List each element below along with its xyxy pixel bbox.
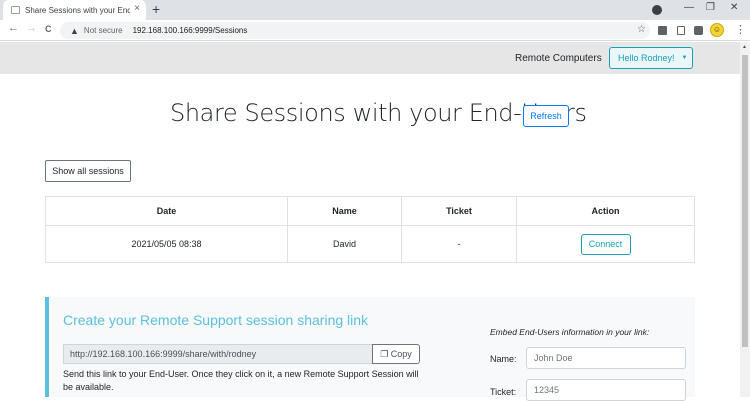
site-navbar: Remote Computers Hello Rodney! ▼ (0, 42, 740, 74)
minimize-icon[interactable]: — (684, 2, 694, 13)
browser-menu-icon[interactable]: ⋮ (735, 23, 746, 36)
copy-icon: ❐ (380, 349, 389, 359)
tab-close-icon[interactable]: × (134, 3, 140, 14)
share-instructions: Send this link to your End-User. Once th… (63, 369, 419, 392)
new-tab-icon[interactable]: + (152, 1, 160, 17)
browser-toolbar: ← → C ▲ Not secure 192.168.100.166:9999/… (0, 20, 750, 41)
reload-icon[interactable]: C (45, 24, 52, 34)
back-icon[interactable]: ← (8, 22, 19, 34)
panel-title: Create your Remote Support session shari… (63, 312, 369, 328)
cell-name: David (287, 225, 402, 263)
remote-computers-link[interactable]: Remote Computers (515, 53, 602, 64)
warning-icon: ▲ (70, 25, 79, 36)
ticket-field[interactable]: 12345 (526, 379, 686, 401)
scrollbar-thumb[interactable] (742, 55, 748, 347)
name-label: Name: (490, 354, 517, 364)
browser-tab-bar: Share Sessions with your End-Us × + — ❐ … (0, 0, 750, 20)
profile-circle-icon[interactable] (652, 5, 662, 15)
ticket-label: Ticket: (490, 387, 517, 397)
column-header-date: Date (45, 196, 288, 226)
puzzle-extensions-icon[interactable] (694, 26, 703, 35)
browser-tab[interactable]: Share Sessions with your End-Us × (3, 0, 146, 20)
user-dropdown-button[interactable]: Hello Rodney! ▼ (609, 47, 693, 69)
column-header-ticket: Ticket (401, 196, 517, 226)
not-secure-label: Not secure (83, 26, 123, 35)
cell-action: Connect (516, 225, 695, 263)
share-link-panel: Create your Remote Support session shari… (45, 297, 695, 401)
tab-title: Share Sessions with your End-Us (25, 5, 130, 15)
url-text: 192.168.100.166:9999/Sessions (132, 26, 248, 35)
user-dropdown-label: Hello Rodney! (618, 53, 675, 63)
share-link-field[interactable]: http://192.168.100.166:9999/share/with/r… (63, 344, 373, 364)
page-favicon-icon (11, 6, 20, 14)
window-close-icon[interactable]: ✕ (730, 2, 738, 13)
embed-info-label: Embed End-Users information in your link… (490, 327, 650, 337)
connect-button[interactable]: Connect (580, 233, 631, 255)
forward-icon[interactable]: → (26, 22, 37, 34)
table-row: 2021/05/05 08:38 David - Connect (45, 225, 695, 263)
sessions-table: Date Name Ticket Action 2021/05/05 08:38… (45, 196, 695, 263)
bookmark-star-icon[interactable]: ☆ (637, 24, 646, 35)
table-header-row: Date Name Ticket Action (45, 196, 695, 226)
scroll-up-icon[interactable]: ▲ (742, 44, 747, 50)
refresh-button[interactable]: Refresh (523, 105, 569, 127)
cell-ticket: - (401, 225, 517, 263)
translate-extension-icon[interactable] (658, 26, 667, 35)
cell-date: 2021/05/05 08:38 (45, 225, 288, 263)
extension-icon[interactable] (677, 26, 685, 35)
address-bar[interactable]: ▲ Not secure 192.168.100.166:9999/Sessio… (60, 22, 650, 39)
column-header-action: Action (516, 196, 695, 226)
copy-label: Copy (390, 349, 412, 359)
maximize-icon[interactable]: ❐ (706, 2, 715, 13)
name-field[interactable]: John Doe (526, 347, 686, 369)
caret-down-icon: ▼ (681, 55, 688, 61)
profile-avatar-icon[interactable]: ☺ (710, 23, 724, 37)
copy-button[interactable]: ❐ Copy (372, 344, 420, 364)
column-header-name: Name (287, 196, 402, 226)
show-all-sessions-button[interactable]: Show all sessions (45, 160, 131, 182)
